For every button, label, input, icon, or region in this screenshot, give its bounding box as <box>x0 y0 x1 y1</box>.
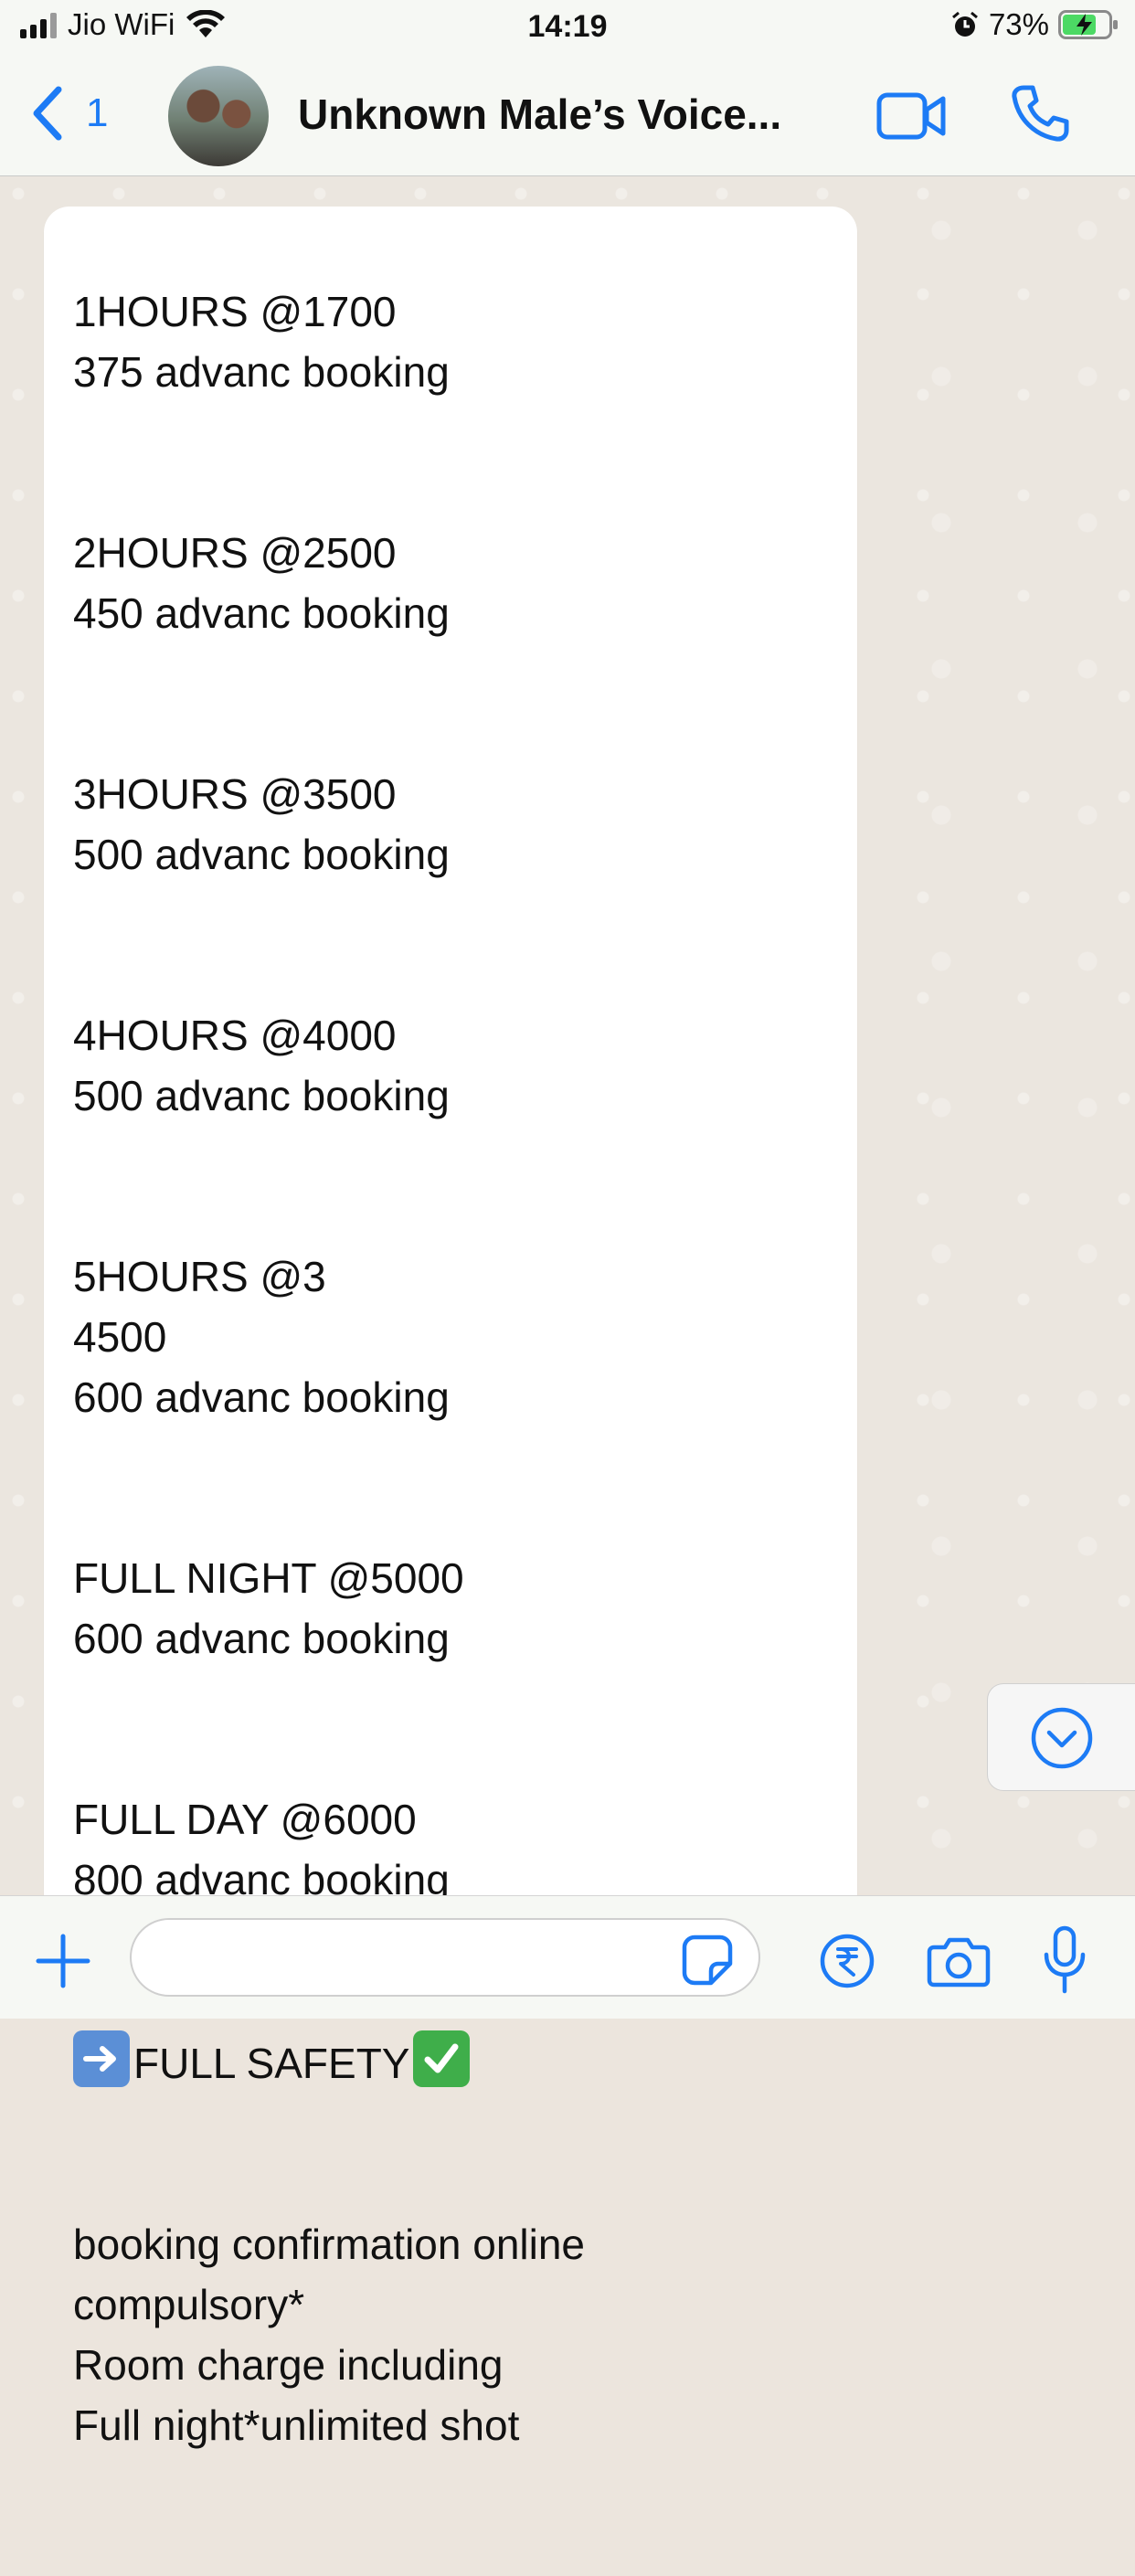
message-footer: booking confirmation online compulsory* … <box>73 2221 586 2449</box>
message-text: 1HOURS @1700 375 advanc booking 2HOURS @… <box>73 221 841 2576</box>
alarm-icon <box>951 11 978 37</box>
message-line: 2HOURS @2500 450 advanc booking <box>73 529 450 637</box>
camera-icon[interactable] <box>927 1935 991 1988</box>
message-line: 1HOURS @1700 375 advanc booking <box>73 288 450 396</box>
message-line: FULL DAY @6000 800 advanc booking <box>73 1796 450 1903</box>
plus-icon[interactable] <box>35 1933 91 1989</box>
contact-name[interactable]: Unknown Male’s Voice... <box>298 90 781 139</box>
scroll-to-bottom-button[interactable] <box>987 1683 1135 1791</box>
sticker-icon[interactable] <box>680 1933 735 1988</box>
chevron-down-circle-icon <box>1031 1707 1093 1769</box>
unread-count: 1 <box>86 90 109 135</box>
message-line: 3HOURS @3500 500 advanc booking <box>73 770 450 878</box>
microphone-icon[interactable] <box>1042 1925 1087 1995</box>
back-chevron-icon <box>33 86 62 141</box>
phone-icon[interactable] <box>1011 84 1069 143</box>
status-bar: Jio WiFi 14:19 73% <box>0 0 1135 57</box>
message-line: 4HOURS @4000 500 advanc booking <box>73 1012 450 1119</box>
battery-charging-icon <box>1058 10 1118 39</box>
chat-header: 1 Unknown Male’s Voice... <box>0 57 1135 176</box>
right-arrow-emoji-icon <box>73 2030 130 2087</box>
rupee-payment-icon[interactable] <box>819 1933 875 1989</box>
message-line: FULL NIGHT @5000 600 advanc booking <box>73 1554 464 1662</box>
safety-line: FULL SAFETY <box>73 2030 841 2094</box>
battery-percent: 73% <box>988 7 1049 41</box>
video-call-icon[interactable] <box>875 90 947 143</box>
contact-avatar[interactable] <box>168 66 269 166</box>
message-input[interactable] <box>130 1918 760 1997</box>
composer-bar <box>0 1895 1135 2019</box>
safety-text: FULL SAFETY <box>133 2040 410 2087</box>
check-mark-emoji-icon <box>413 2030 471 2087</box>
back-button[interactable]: 1 <box>27 84 108 143</box>
message-line: 5HOURS @3 4500 600 advanc booking <box>73 1253 450 1421</box>
